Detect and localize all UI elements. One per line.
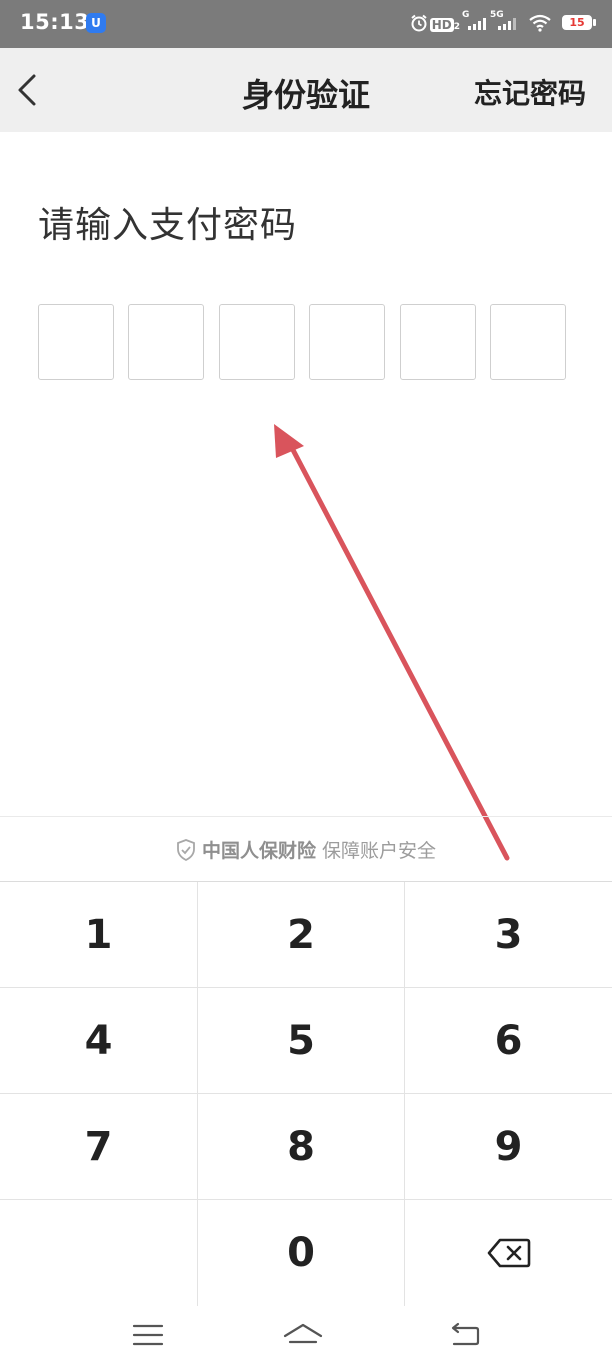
status-time: 15:13	[20, 10, 90, 34]
backspace-icon	[487, 1238, 530, 1268]
nav-bar: 身份验证 忘记密码	[0, 48, 612, 132]
hd-sub-label: 2	[453, 22, 460, 32]
back-icon[interactable]	[444, 1322, 484, 1348]
key-3[interactable]: 3	[405, 882, 612, 988]
key-7[interactable]: 7	[0, 1094, 198, 1200]
signal-5g-icon: 5G	[490, 10, 518, 32]
numeric-keypad: 1 2 3 4 5 6 7 8 9 0	[0, 882, 612, 1306]
key-0[interactable]: 0	[198, 1200, 405, 1306]
pin-input[interactable]	[38, 304, 568, 382]
alarm-icon	[411, 14, 427, 32]
pin-digit-box[interactable]	[128, 304, 204, 380]
security-banner: 中国人保财险 保障账户安全	[0, 816, 612, 882]
system-nav-bar	[0, 1306, 612, 1353]
home-icon[interactable]	[283, 1322, 323, 1348]
pin-digit-box[interactable]	[309, 304, 385, 380]
status-bar: 15:13 U HD 2 G 5G 15	[0, 0, 612, 48]
shield-check-icon	[177, 839, 195, 861]
key-8[interactable]: 8	[198, 1094, 405, 1200]
pin-digit-box[interactable]	[38, 304, 114, 380]
menu-icon[interactable]	[128, 1322, 168, 1348]
wifi-icon	[529, 14, 551, 32]
insurer-brand: 中国人保财险	[201, 840, 316, 862]
signal-icon: G	[462, 10, 488, 32]
pin-digit-box[interactable]	[490, 304, 566, 380]
battery-icon: 15	[562, 15, 592, 30]
key-4[interactable]: 4	[0, 988, 198, 1094]
hd-label: HD	[429, 18, 454, 32]
backspace-key[interactable]	[405, 1200, 612, 1306]
payment-password-prompt: 请输入支付密码	[38, 205, 298, 246]
key-5[interactable]: 5	[198, 988, 405, 1094]
security-text: 保障账户安全	[322, 840, 437, 862]
pin-digit-box[interactable]	[400, 304, 476, 380]
key-1[interactable]: 1	[0, 882, 198, 988]
key-9[interactable]: 9	[405, 1094, 612, 1200]
pin-digit-box[interactable]	[219, 304, 295, 380]
app-notification-icon: U	[86, 13, 106, 33]
forgot-password-link[interactable]: 忘记密码	[474, 72, 586, 112]
battery-tip	[593, 19, 596, 26]
hd-icon: HD 2	[429, 14, 460, 33]
key-empty	[0, 1200, 198, 1306]
key-2[interactable]: 2	[198, 882, 405, 988]
key-6[interactable]: 6	[405, 988, 612, 1094]
